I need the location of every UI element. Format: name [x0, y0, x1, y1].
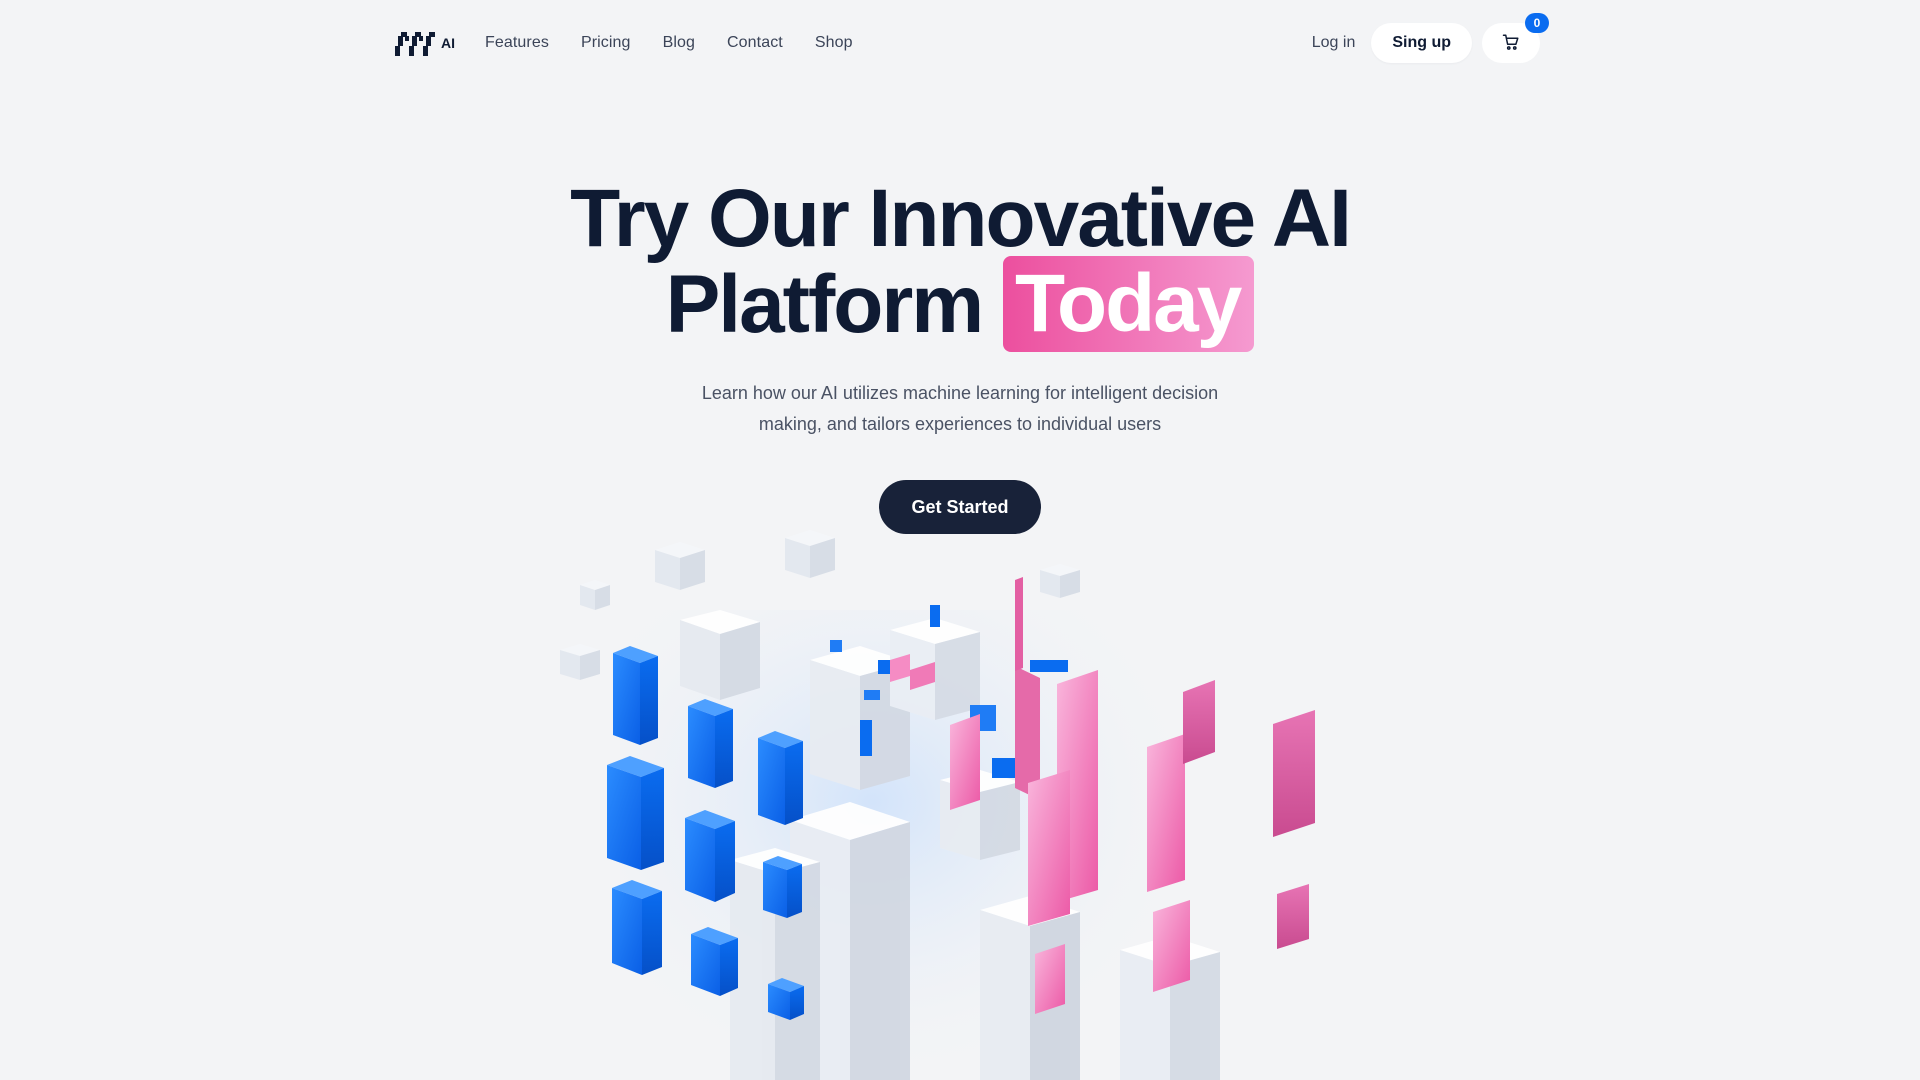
- nav-pricing[interactable]: Pricing: [581, 34, 631, 52]
- get-started-button[interactable]: Get Started: [879, 480, 1041, 534]
- nav-contact[interactable]: Contact: [727, 34, 783, 52]
- pixel-logo-icon: [395, 30, 435, 56]
- landing-page: AI Features Pricing Blog Contact Shop Lo…: [0, 0, 1920, 1080]
- hero-title-highlight: Today: [1003, 256, 1255, 352]
- hero-title-line1: Try Our Innovative AI: [570, 173, 1352, 264]
- header-left: AI Features Pricing Blog Contact Shop: [395, 30, 853, 56]
- hero-title: Try Our Innovative AI Platform Today: [0, 176, 1920, 352]
- site-header: AI Features Pricing Blog Contact Shop Lo…: [395, 13, 1549, 64]
- main-nav: Features Pricing Blog Contact Shop: [485, 34, 853, 52]
- login-link[interactable]: Log in: [1312, 34, 1356, 52]
- hero-cubes-illustration: [560, 530, 1350, 1080]
- nav-features[interactable]: Features: [485, 34, 549, 52]
- hero-subtitle: Learn how our AI utilizes machine learni…: [680, 378, 1240, 440]
- nav-shop[interactable]: Shop: [815, 34, 853, 52]
- cubes-graphic: [560, 530, 1315, 1080]
- header-right: Log in Sing up 0: [1312, 13, 1549, 63]
- hero-subtitle-line1: Learn how our AI utilizes machine learni…: [701, 383, 1219, 403]
- brand-logo[interactable]: AI: [395, 30, 455, 56]
- cart-icon: [1502, 33, 1520, 54]
- cart-button[interactable]: 0: [1482, 13, 1549, 63]
- hero-title-line2: Platform: [665, 259, 985, 350]
- hero-title-line2-wrap: Platform Today: [0, 256, 1920, 352]
- nav-blog[interactable]: Blog: [663, 34, 695, 52]
- cart-count-badge: 0: [1525, 13, 1549, 33]
- brand-text: AI: [441, 35, 455, 51]
- hero-section: Try Our Innovative AI Platform Today Lea…: [0, 176, 1920, 534]
- hero-subtitle-line2: making, and tailors experiences to indiv…: [758, 414, 1162, 434]
- signup-button[interactable]: Sing up: [1371, 23, 1472, 63]
